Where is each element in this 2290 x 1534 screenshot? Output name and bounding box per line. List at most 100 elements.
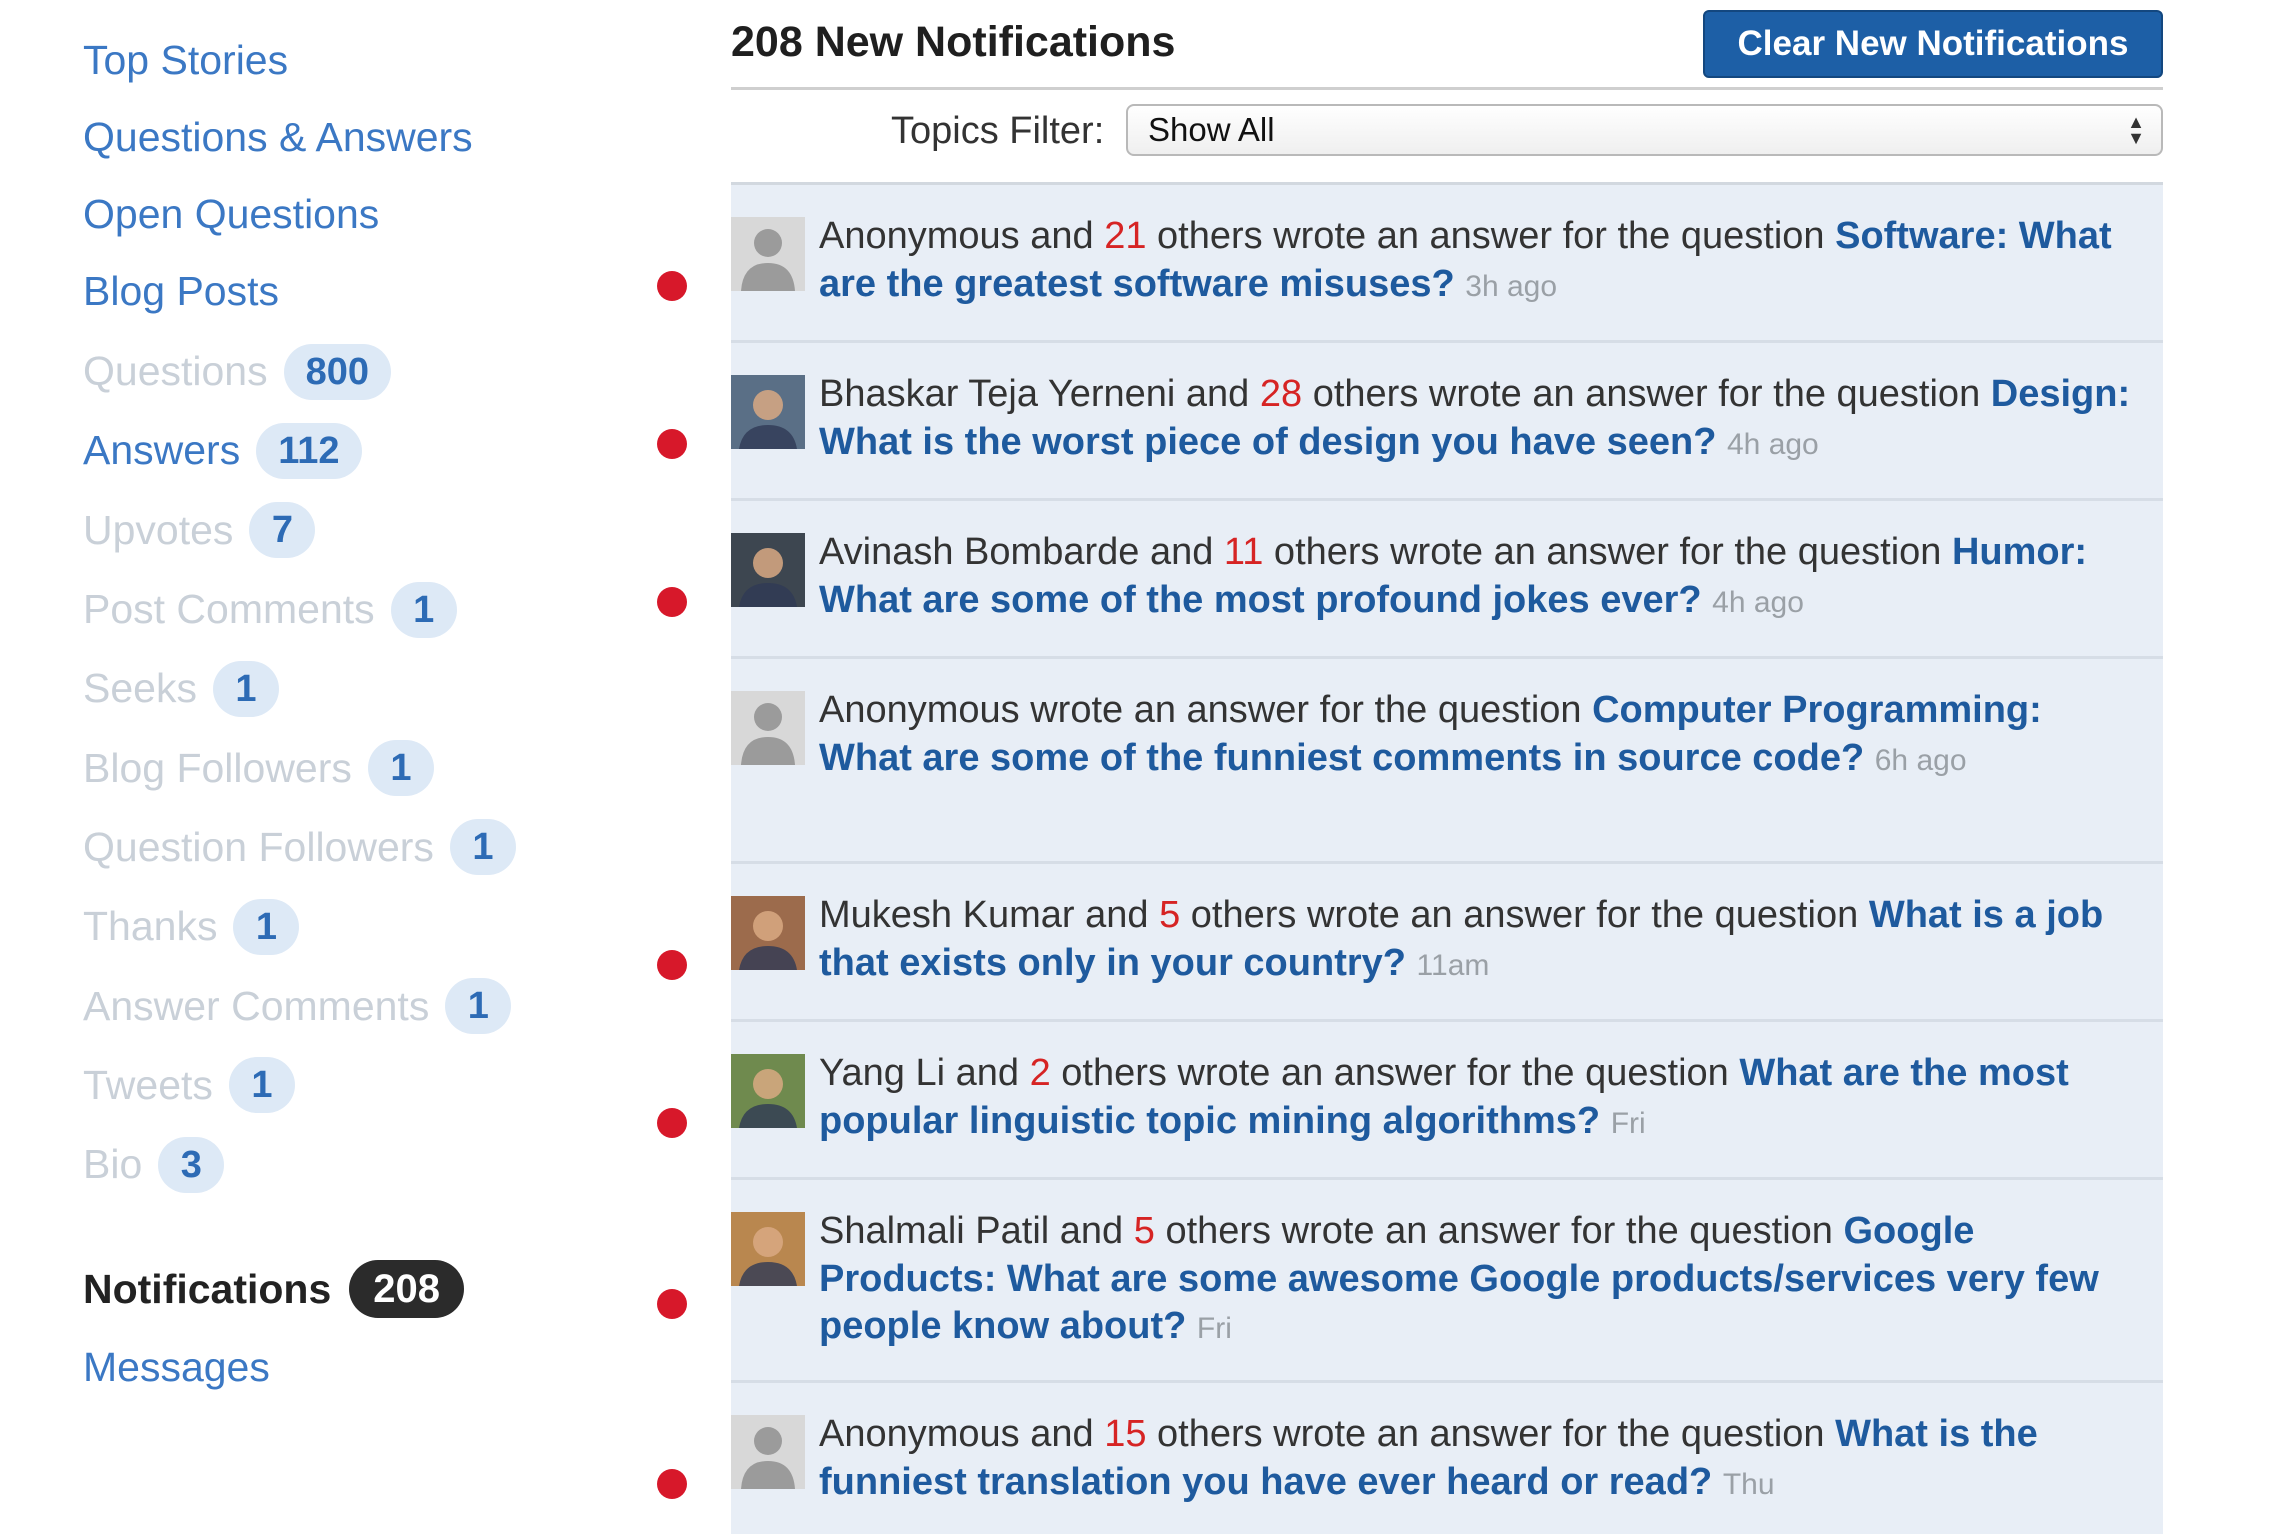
actor-name[interactable]: Anonymous (819, 1413, 1020, 1455)
unread-dot-icon (657, 271, 687, 301)
unread-dot-icon (657, 950, 687, 980)
connector-text: and (945, 1052, 1030, 1094)
stat-label: Upvotes (83, 506, 234, 553)
sidebar-item-notifications[interactable]: Notifications 208 (83, 1254, 643, 1324)
stat-count-badge: 3 (158, 1136, 225, 1193)
sidebar-stat-thanks[interactable]: Thanks 1 (83, 887, 643, 966)
sidebar-stat-post-comments[interactable]: Post Comments 1 (83, 570, 643, 649)
connector-text: and (1019, 215, 1105, 257)
unread-dot-icon (657, 429, 687, 459)
page: Top Stories Questions & Answers Open Que… (0, 0, 2290, 1534)
sidebar-stat-blog-followers[interactable]: Blog Followers 1 (83, 728, 643, 807)
page-title: 208 New Notifications (731, 18, 1176, 66)
notification-item[interactable]: Anonymous wrote an answer for the questi… (731, 659, 2163, 864)
sidebar-stat-bio[interactable]: Bio 3 (83, 1125, 643, 1204)
avatar[interactable] (731, 1415, 805, 1489)
avatar[interactable] (731, 1212, 805, 1286)
avatar[interactable] (731, 533, 805, 607)
notification-text: Shalmali Patil and 5 others wrote an ans… (819, 1208, 2139, 1353)
timestamp: 6h ago (1874, 743, 1967, 777)
unread-dot-icon (657, 1469, 687, 1499)
avatar[interactable] (731, 691, 805, 765)
actor-name[interactable]: Mukesh Kumar (819, 894, 1075, 936)
notification-text: Yang Li and 2 others wrote an answer for… (819, 1050, 2139, 1147)
notifications-count-badge: 208 (349, 1260, 465, 1319)
clear-new-notifications-button[interactable]: Clear New Notifications (1703, 10, 2163, 78)
others-count[interactable]: 21 (1104, 215, 1146, 257)
stat-count-badge: 1 (212, 660, 279, 717)
stat-count-badge: 7 (249, 502, 316, 559)
action-text: others wrote an answer for the question (1154, 1210, 1844, 1252)
timestamp: Fri (1610, 1106, 1646, 1140)
stat-count-badge: 112 (256, 422, 362, 479)
action-text: others wrote an answer for the question (1146, 215, 1836, 257)
avatar[interactable] (731, 375, 805, 449)
notification-text: Avinash Bombarde and 11 others wrote an … (819, 529, 2139, 626)
avatar[interactable] (731, 1054, 805, 1128)
stat-count-badge: 1 (367, 740, 434, 797)
actor-name[interactable]: Bhaskar Teja Yerneni (819, 373, 1175, 415)
topics-filter-select[interactable]: Show All ▲ ▼ (1126, 104, 2163, 156)
notification-text: Anonymous and 21 others wrote an answer … (819, 213, 2139, 310)
notification-item[interactable]: Anonymous and 15 others wrote an answer … (657, 1383, 2163, 1534)
others-count[interactable]: 5 (1159, 894, 1180, 936)
others-count[interactable]: 5 (1134, 1210, 1155, 1252)
notifications-label: Notifications (83, 1265, 332, 1312)
action-text: others wrote an answer for the question (1263, 531, 1952, 573)
notification-item[interactable]: Yang Li and 2 others wrote an answer for… (657, 1022, 2163, 1180)
actor-name[interactable]: Yang Li (819, 1052, 945, 1094)
stat-label: Answers (83, 427, 241, 474)
others-count[interactable]: 28 (1260, 373, 1302, 415)
stat-count-badge: 1 (449, 819, 516, 876)
stat-label: Seeks (83, 665, 197, 712)
sidebar-link-blog-posts[interactable]: Blog Posts (83, 253, 643, 330)
notification-text: Anonymous and 15 others wrote an answer … (819, 1411, 2139, 1508)
notifications-header: 208 New Notifications Clear New Notifica… (731, 0, 2163, 90)
sidebar: Top Stories Questions & Answers Open Que… (83, 22, 643, 1402)
notification-item[interactable]: Mukesh Kumar and 5 others wrote an answe… (657, 864, 2163, 1022)
notification-item[interactable]: Anonymous and 21 others wrote an answer … (657, 185, 2163, 343)
others-count[interactable]: 15 (1104, 1413, 1146, 1455)
stat-count-badge: 1 (233, 898, 300, 955)
stat-count-badge: 800 (283, 343, 392, 400)
notifications-panel: 208 New Notifications Clear New Notifica… (657, 0, 2163, 1534)
connector-text: and (1175, 373, 1260, 415)
stat-count-badge: 1 (390, 581, 457, 638)
actor-name[interactable]: Shalmali Patil (819, 1210, 1049, 1252)
avatar[interactable] (731, 217, 805, 291)
sidebar-link-open-questions[interactable]: Open Questions (83, 176, 643, 253)
connector-text: and (1049, 1210, 1134, 1252)
select-arrows-icon: ▲ ▼ (2127, 112, 2145, 148)
sidebar-stat-answers[interactable]: Answers 112 (83, 411, 643, 490)
timestamp: Fri (1196, 1312, 1232, 1345)
stat-label: Questions (83, 348, 268, 395)
avatar[interactable] (731, 896, 805, 970)
topics-filter-selected-value: Show All (1148, 111, 1275, 148)
actor-name[interactable]: Avinash Bombarde (819, 531, 1139, 573)
sidebar-stat-questions[interactable]: Questions 800 (83, 332, 643, 411)
timestamp: 4h ago (1726, 427, 1819, 461)
timestamp: 4h ago (1712, 585, 1804, 619)
notification-item[interactable]: Avinash Bombarde and 11 others wrote an … (657, 501, 2163, 659)
sidebar-link-questions-answers[interactable]: Questions & Answers (83, 99, 643, 176)
connector-text: and (1019, 1413, 1105, 1455)
stat-count-badge: 1 (228, 1057, 295, 1114)
unread-dot-icon (657, 1108, 687, 1138)
sidebar-stat-answer-comments[interactable]: Answer Comments 1 (83, 966, 643, 1045)
notification-text: Mukesh Kumar and 5 others wrote an answe… (819, 892, 2139, 989)
others-count[interactable]: 2 (1030, 1052, 1051, 1094)
profile-stats: Questions 800 Answers 112 Upvotes 7 Post Comme… (83, 332, 643, 1204)
notification-item[interactable]: Shalmali Patil and 5 others wrote an ans… (657, 1180, 2163, 1383)
others-count[interactable]: 11 (1224, 531, 1263, 573)
sidebar-stat-tweets[interactable]: Tweets 1 (83, 1046, 643, 1125)
actor-name[interactable]: Anonymous (819, 689, 1020, 731)
sidebar-link-messages[interactable]: Messages (83, 1332, 643, 1402)
notification-text: Bhaskar Teja Yerneni and 28 others wrote… (819, 371, 2139, 468)
sidebar-stat-question-followers[interactable]: Question Followers 1 (83, 808, 643, 887)
stat-label: Bio (83, 1141, 143, 1188)
sidebar-link-top-stories[interactable]: Top Stories (83, 22, 643, 99)
sidebar-stat-upvotes[interactable]: Upvotes 7 (83, 491, 643, 570)
sidebar-stat-seeks[interactable]: Seeks 1 (83, 649, 643, 728)
notification-item[interactable]: Bhaskar Teja Yerneni and 28 others wrote… (657, 343, 2163, 501)
actor-name[interactable]: Anonymous (819, 215, 1020, 257)
